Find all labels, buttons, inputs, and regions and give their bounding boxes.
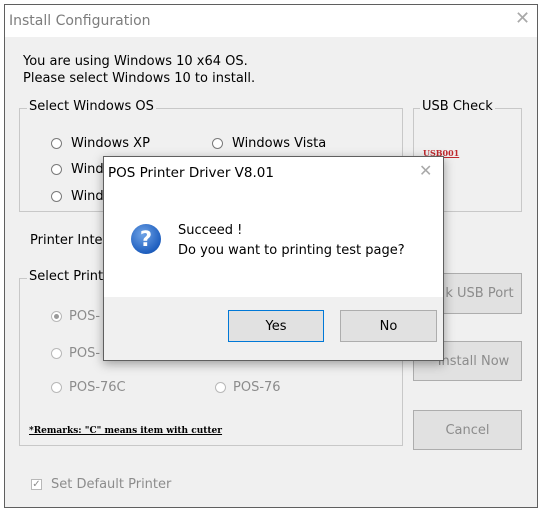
radio-button[interactable] <box>51 191 62 202</box>
dialog-title: POS Printer Driver V8.01 <box>108 165 274 181</box>
window-title: Install Configuration <box>9 13 151 29</box>
no-button[interactable]: No <box>340 310 437 342</box>
checkbox-check-icon[interactable]: ✓ <box>31 479 42 490</box>
dialog-close-icon[interactable]: ✕ <box>419 161 432 180</box>
cancel-label: Cancel <box>445 422 490 438</box>
os-option-label: Windows Vista <box>232 136 327 151</box>
yes-button[interactable]: Yes <box>228 310 324 342</box>
radio-button[interactable] <box>51 164 62 175</box>
cancel-button[interactable]: Cancel <box>413 410 522 450</box>
radio-button[interactable] <box>212 138 223 149</box>
printer-option-label: POS- <box>69 309 101 324</box>
set-default-label: Set Default Printer <box>51 477 172 492</box>
radio-button[interactable] <box>51 348 62 359</box>
select-os-legend: Select Windows OS <box>27 99 156 114</box>
dialog-body: ? Succeed ! Do you want to printing test… <box>104 187 443 297</box>
radio-button[interactable] <box>51 382 62 393</box>
printer-option-label: POS- <box>69 346 101 361</box>
os-info-line-2: Please select Windows 10 to install. <box>23 71 256 86</box>
os-info-line-1: You are using Windows 10 x64 OS. <box>23 54 248 69</box>
question-icon: ? <box>131 224 161 254</box>
window-close-icon[interactable]: ✕ <box>515 9 530 29</box>
radio-button[interactable] <box>215 382 226 393</box>
printer-option-label: POS-76C <box>69 380 126 395</box>
radio-button[interactable] <box>51 311 62 322</box>
install-now-label: Install Now <box>437 353 510 369</box>
dialog-title-bar: POS Printer Driver V8.01 ✕ <box>104 157 443 187</box>
dialog-message-2: Do you want to printing test page? <box>178 243 405 258</box>
printer-option-label: POS-76 <box>233 380 281 395</box>
os-option-label: Wind <box>71 189 104 204</box>
os-option-label: Windows XP <box>71 136 150 151</box>
yes-label: Yes <box>265 318 287 334</box>
cutter-remark: *Remarks: "C" means item with cutter <box>29 426 223 436</box>
usb-check-legend: USB Check <box>420 99 495 114</box>
title-bar: Install Configuration ✕ <box>5 5 537 37</box>
radio-button[interactable] <box>51 138 62 149</box>
dialog-message-1: Succeed ! <box>178 223 243 238</box>
check-usb-port-label: k USB Port <box>445 286 514 301</box>
printer-interface-label: Printer Inte <box>30 233 103 248</box>
no-label: No <box>379 318 398 334</box>
os-option-label: Wind <box>71 162 104 177</box>
test-page-dialog: POS Printer Driver V8.01 ✕ ? Succeed ! D… <box>103 156 444 361</box>
select-printer-legend: Select Printe <box>27 269 114 284</box>
